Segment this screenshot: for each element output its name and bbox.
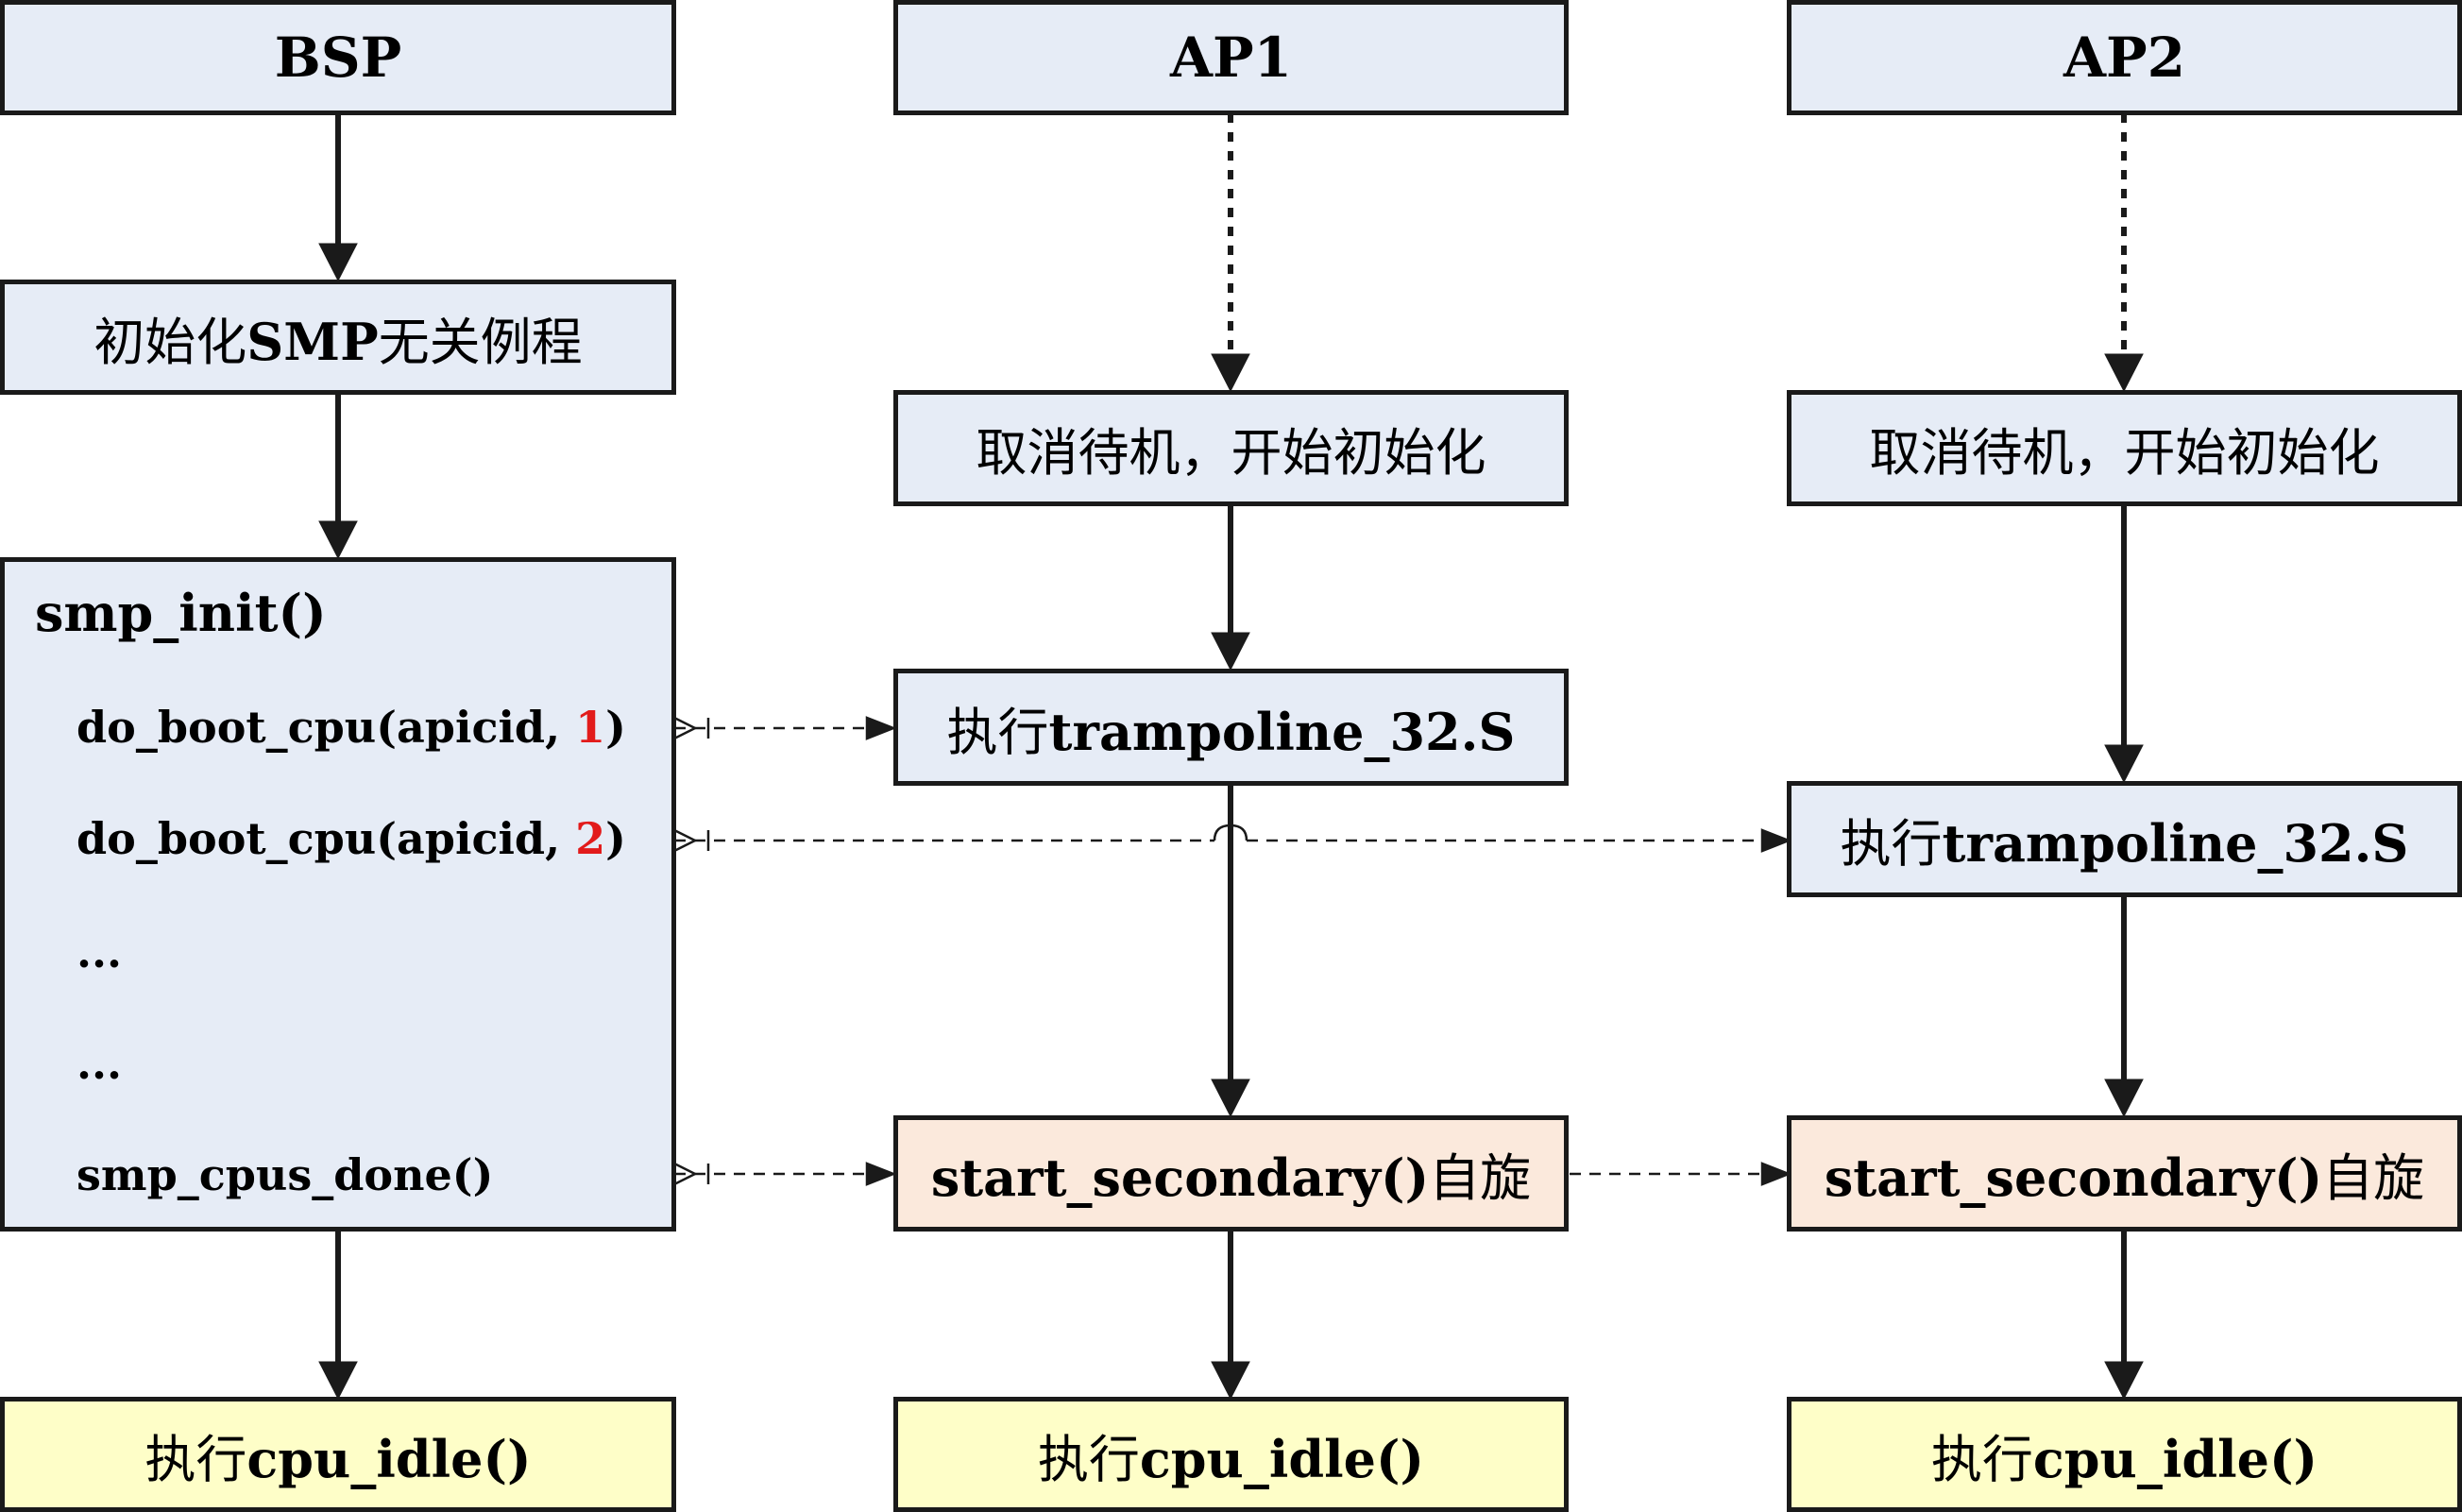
- arrowhead: [1211, 1361, 1250, 1401]
- ap1-header: AP1: [893, 0, 1569, 115]
- smp-init-line-ellipsis-2: ...: [76, 1038, 123, 1089]
- ap2-header: AP2: [1787, 0, 2462, 115]
- ap1-trampoline: 执行trampoline_32.S: [893, 669, 1569, 786]
- arrowhead: [1211, 632, 1250, 671]
- smp-init-line-boot-cpu-2: do_boot_cpu(apicid, 2): [76, 813, 626, 864]
- ap1-wake-label: 取消待机，开始初始化: [976, 423, 1486, 483]
- smp-init-title: smp_init(): [35, 583, 327, 643]
- arrowhead: [1211, 1079, 1250, 1118]
- ap1-idle-label: 执行cpu_idle(): [1037, 1428, 1425, 1489]
- ap2-wake: 取消待机，开始初始化: [1787, 390, 2462, 506]
- ap2-wake-label: 取消待机，开始初始化: [1869, 423, 2380, 483]
- ap2-start-secondary: start_secondary()自旋: [1787, 1115, 2462, 1232]
- ap1-start-secondary-label: start_secondary()自旋: [930, 1147, 1532, 1208]
- ap1-trampoline-label: 执行trampoline_32.S: [946, 701, 1516, 762]
- smp-boot-flow-diagram: BSP 初始化SMP无关例程 smp_init() do_boot_cpu(ap…: [0, 0, 2462, 1512]
- bsp-init-step-label: 初始化SMP无关例程: [93, 311, 583, 372]
- arrowhead: [2104, 744, 2144, 784]
- ap2-idle-label: 执行cpu_idle(): [1930, 1428, 2318, 1489]
- ap2-idle: 执行cpu_idle(): [1787, 1397, 2462, 1512]
- signal-boot-cpu-1: [673, 716, 897, 740]
- ap2-trampoline: 执行trampoline_32.S: [1787, 781, 2462, 897]
- bsp-idle: 执行cpu_idle(): [0, 1397, 676, 1512]
- bsp-header: BSP: [0, 0, 676, 115]
- signal-ap1-to-ap2-spin: [1570, 1162, 1792, 1186]
- ap1-start-secondary: start_secondary()自旋: [893, 1115, 1569, 1232]
- arrowhead: [318, 243, 358, 282]
- ap1-wake: 取消待机，开始初始化: [893, 390, 1569, 506]
- bsp-init-step: 初始化SMP无关例程: [0, 280, 676, 395]
- ap2-header-label: AP2: [2063, 25, 2185, 90]
- bsp-idle-label: 执行cpu_idle(): [144, 1428, 532, 1489]
- ap1-idle: 执行cpu_idle(): [893, 1397, 1569, 1512]
- ap2-start-secondary-label: start_secondary()自旋: [1824, 1147, 2425, 1208]
- arrowhead: [318, 1361, 358, 1401]
- smp-init-line-ellipsis-1: ...: [76, 926, 123, 977]
- arrowhead: [2104, 1361, 2144, 1401]
- arrowhead: [2104, 353, 2144, 393]
- smp-init-block: smp_init() do_boot_cpu(apicid, 1) do_boo…: [0, 557, 676, 1232]
- ap2-trampoline-label: 执行trampoline_32.S: [1840, 813, 2409, 874]
- arrowhead: [2104, 1079, 2144, 1118]
- bsp-header-label: BSP: [274, 25, 402, 90]
- arrowhead: [318, 520, 358, 560]
- smp-init-line-boot-cpu-1: do_boot_cpu(apicid, 1): [76, 702, 626, 753]
- ap1-header-label: AP1: [1170, 25, 1292, 90]
- signal-cpus-done: [673, 1162, 897, 1186]
- arrowhead: [1211, 353, 1250, 393]
- smp-init-line-cpus-done: smp_cpus_done(): [76, 1149, 494, 1200]
